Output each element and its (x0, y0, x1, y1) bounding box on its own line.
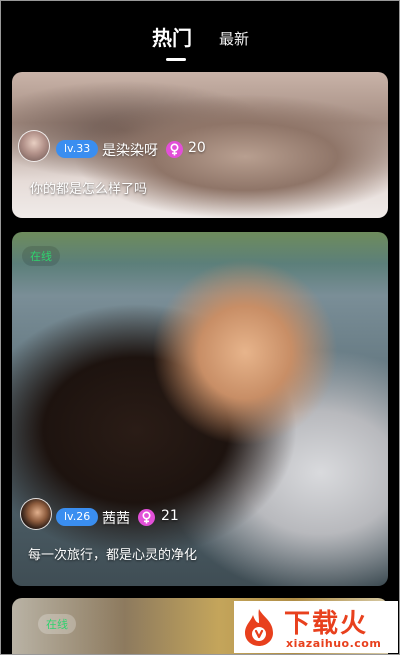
female-icon (138, 509, 155, 526)
user-name: 是染染呀 (102, 143, 158, 159)
user-card[interactable]: lv.33 是染染呀 20 你的都是怎么样了吗 (12, 72, 388, 218)
follower-count: 21 (161, 508, 179, 524)
online-badge: 在线 (22, 246, 60, 266)
tab-hot[interactable]: 热门 (152, 22, 192, 51)
watermark-subtitle: xiazaihuo.com (286, 637, 382, 650)
card-caption: 每一次旅行，都是心灵的净化 (28, 548, 198, 563)
follower-count: 20 (188, 140, 206, 156)
female-icon (166, 141, 183, 158)
flame-logo-icon (245, 609, 273, 646)
top-tabs: 热门 最新 (0, 0, 400, 70)
user-card[interactable]: 在线 lv.26 茜茜 21 每一次旅行，都是心灵的净化 (12, 232, 388, 586)
tab-hot-indicator (166, 58, 186, 61)
online-badge: 在线 (38, 614, 76, 634)
avatar[interactable] (18, 130, 50, 162)
watermark: 下载火 xiazaihuo.com (234, 601, 398, 653)
tab-new[interactable]: 最新 (219, 28, 249, 49)
level-badge: lv.26 (56, 508, 99, 526)
avatar[interactable] (20, 498, 52, 530)
watermark-title: 下载火 (284, 609, 369, 639)
level-badge: lv.33 (56, 140, 99, 158)
card-caption: 你的都是怎么样了吗 (30, 182, 148, 197)
user-name: 茜茜 (102, 511, 130, 527)
